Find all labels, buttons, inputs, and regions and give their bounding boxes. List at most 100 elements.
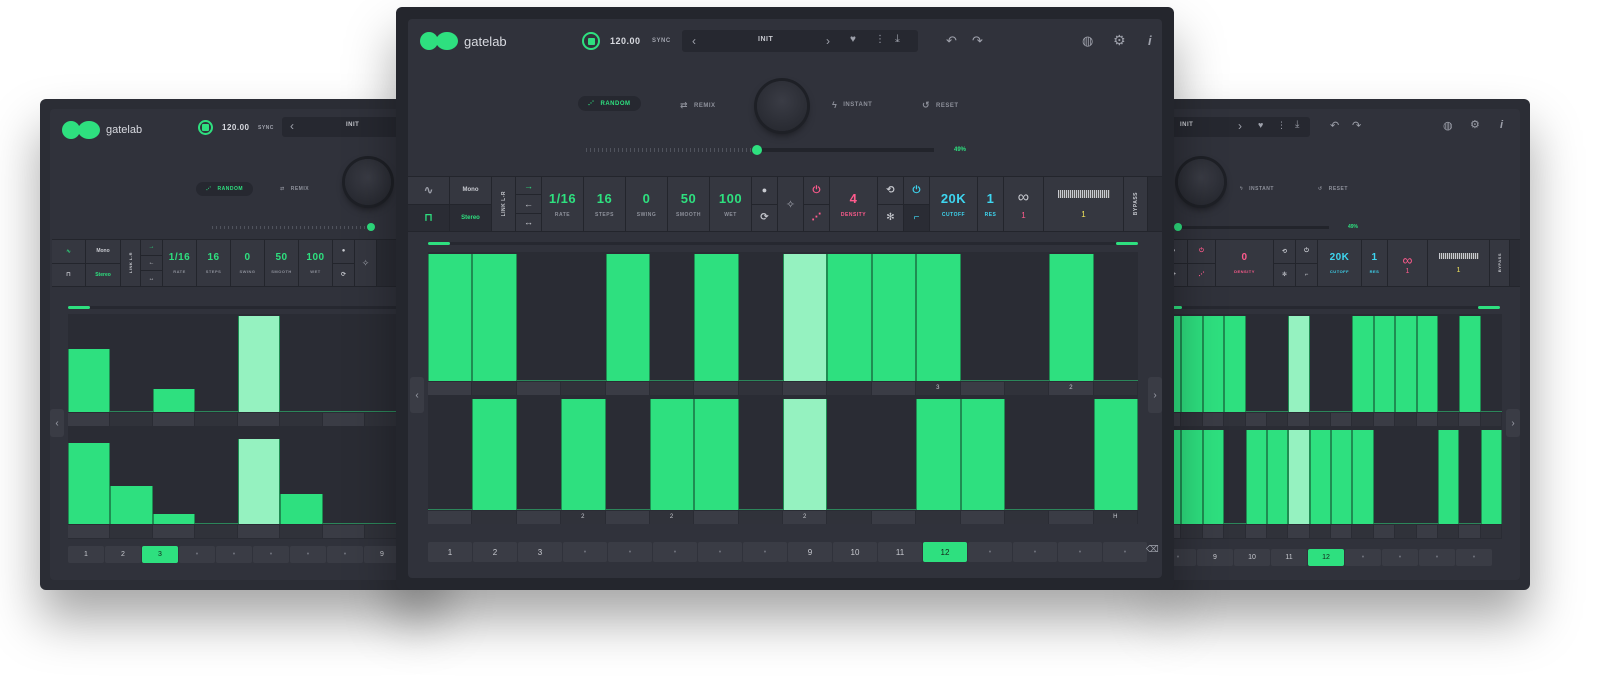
page-button[interactable]: 3: [518, 542, 562, 562]
gear-small-icon[interactable]: ✻: [1274, 264, 1295, 287]
page-button[interactable]: •: [290, 546, 326, 563]
square-wave-icon[interactable]: ⊓: [408, 204, 449, 231]
square-wave-icon[interactable]: ⊓: [52, 264, 85, 287]
step-slot[interactable]: [237, 525, 281, 538]
sync-button-main[interactable]: SYNC: [652, 38, 671, 44]
step-bar[interactable]: [694, 399, 739, 510]
waveform-selector-main[interactable]: ∿ ⊓: [408, 177, 450, 231]
page-button[interactable]: •: [1382, 549, 1418, 566]
page-button[interactable]: 12: [923, 542, 967, 562]
amount-slider[interactable]: [212, 223, 375, 231]
step-bar[interactable]: [1266, 430, 1289, 524]
page-button[interactable]: 12: [1308, 549, 1344, 566]
step-bar[interactable]: [960, 399, 1005, 510]
stereo-option[interactable]: Stereo: [86, 264, 120, 287]
step-slot[interactable]: [1288, 525, 1310, 538]
step-slot[interactable]: [738, 382, 783, 395]
step-slot[interactable]: [1288, 413, 1310, 426]
density-control-main[interactable]: 4 DENSITY: [830, 177, 878, 231]
step-slot[interactable]: [1245, 525, 1267, 538]
step-slot[interactable]: [1245, 413, 1267, 426]
infinity-control-main[interactable]: ∞ 1: [1004, 177, 1044, 231]
mode-random[interactable]: ⋰ RANDOM: [196, 182, 253, 196]
wet-control[interactable]: 100 WET: [299, 240, 333, 286]
download-icon[interactable]: ⤓: [895, 33, 900, 46]
infinity-control-right[interactable]: ∞ 1: [1388, 240, 1428, 286]
step-slot[interactable]: [516, 382, 562, 395]
page-button[interactable]: •: [743, 542, 787, 562]
step-slot[interactable]: [68, 525, 111, 538]
page-button[interactable]: 10: [833, 542, 877, 562]
step-bar[interactable]: [1181, 316, 1203, 412]
swing-control[interactable]: 0 SWING: [231, 240, 265, 286]
tempo-value[interactable]: 120.00: [222, 123, 249, 132]
next-preset-icon[interactable]: ›: [1238, 119, 1242, 133]
step-slot[interactable]: [1224, 413, 1246, 426]
bypass-button-right[interactable]: BYPASS: [1490, 240, 1510, 286]
main-knob-right[interactable]: [1178, 159, 1224, 205]
page-button[interactable]: 9: [788, 542, 832, 562]
step-slot[interactable]: [1181, 413, 1203, 426]
step-slot[interactable]: [68, 413, 111, 426]
step-slot[interactable]: [1331, 413, 1353, 426]
step-bar[interactable]: [1202, 316, 1225, 412]
step-slot[interactable]: [1480, 413, 1502, 426]
preset-selector-main[interactable]: ‹ INIT › ♥ ⋮ ⤓: [682, 30, 918, 52]
direction-selector[interactable]: → ← ↔: [141, 240, 163, 286]
page-button[interactable]: •: [1013, 542, 1057, 562]
palette-icon[interactable]: ◍: [1443, 119, 1453, 132]
step-bar[interactable]: [280, 493, 323, 524]
direction-selector-main[interactable]: → ← ↔: [516, 177, 542, 231]
dice-icon[interactable]: ⋰: [804, 205, 829, 232]
page-button[interactable]: 3: [142, 546, 178, 563]
filter-type-main[interactable]: ⏻ ⌐: [904, 177, 930, 231]
step-bar[interactable]: [428, 254, 473, 381]
step-bar[interactable]: [1224, 316, 1246, 412]
swing-control-main[interactable]: 0 SWING: [626, 177, 668, 231]
step-slot[interactable]: 2: [783, 511, 828, 524]
step-bar[interactable]: [1288, 316, 1310, 412]
step-bar[interactable]: [605, 254, 650, 381]
step-bar[interactable]: [1049, 254, 1094, 381]
page-button[interactable]: 10: [1234, 549, 1270, 566]
sine-wave-icon[interactable]: ∿: [408, 177, 449, 205]
step-bar[interactable]: [152, 513, 196, 524]
main-knob[interactable]: [345, 159, 391, 205]
mode-instant-main[interactable]: ϟ INSTANT: [832, 100, 872, 110]
prev-preset-icon[interactable]: ‹: [290, 119, 294, 133]
step-slot[interactable]: [1437, 413, 1460, 426]
step-bar[interactable]: [1352, 430, 1374, 524]
step-slot[interactable]: [694, 511, 739, 524]
step-slot[interactable]: [1437, 525, 1460, 538]
step-bar[interactable]: [827, 254, 872, 381]
step-bar[interactable]: [1480, 430, 1502, 524]
step-slot[interactable]: [110, 525, 153, 538]
page-button[interactable]: 11: [878, 542, 922, 562]
step-slot[interactable]: [916, 511, 961, 524]
step-slot[interactable]: [1181, 525, 1203, 538]
step-slot[interactable]: H: [1093, 511, 1138, 524]
step-slot[interactable]: [1202, 525, 1225, 538]
gear-small-icon[interactable]: ✻: [878, 205, 903, 232]
step-slot[interactable]: [1266, 525, 1289, 538]
stereo-option[interactable]: Stereo: [450, 204, 491, 231]
lowpass-icon[interactable]: ⌐: [1296, 264, 1317, 287]
step-slot[interactable]: [322, 413, 366, 426]
step-slot[interactable]: [195, 525, 238, 538]
prev-page-arrow-left[interactable]: ‹: [50, 409, 64, 437]
step-bar[interactable]: [1459, 316, 1481, 412]
step-slot[interactable]: [1309, 413, 1331, 426]
page-button[interactable]: •: [653, 542, 697, 562]
step-slot[interactable]: [1395, 525, 1417, 538]
arrow-right-icon[interactable]: →: [516, 177, 541, 196]
page-button[interactable]: •: [1103, 542, 1147, 562]
step-slot[interactable]: [871, 511, 917, 524]
step-bar[interactable]: [871, 254, 917, 381]
step-slot[interactable]: [1373, 525, 1396, 538]
step-slot[interactable]: [1093, 382, 1138, 395]
page-button[interactable]: •: [1456, 549, 1492, 566]
cycle-icon[interactable]: ⟳: [333, 264, 354, 287]
pattern-scrollbar-right[interactable]: [1160, 306, 1500, 309]
step-bar[interactable]: [472, 254, 517, 381]
step-slot[interactable]: [280, 525, 323, 538]
